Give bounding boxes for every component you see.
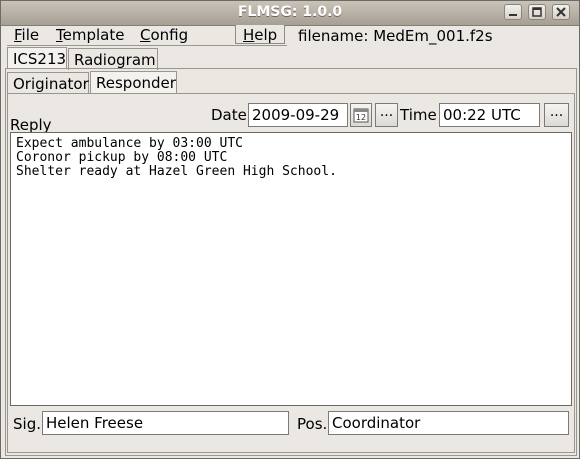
calendar-button[interactable]: 12 <box>350 103 372 127</box>
message-line: Coronor pickup by 08:00 UTC <box>16 150 228 165</box>
time-label: Time <box>400 106 437 124</box>
time-picker-button[interactable]: ... <box>544 103 569 127</box>
menu-config-label: onfig <box>150 26 189 44</box>
menu-help-accel: H <box>243 26 255 44</box>
filename-label: filename: MedEm_001.f2s <box>298 27 493 45</box>
date-picker-button[interactable]: ... <box>375 103 398 127</box>
menu-file-label: ile <box>21 26 40 44</box>
pos-input[interactable]: Coordinator <box>328 411 569 435</box>
minimize-button[interactable] <box>504 4 522 20</box>
reply-textarea[interactable]: Expect ambulance by 03:00 UTC Coronor pi… <box>10 132 572 406</box>
date-label: Date <box>211 106 247 124</box>
date-input[interactable]: 2009-09-29 <box>248 103 348 127</box>
maximize-icon <box>532 7 542 17</box>
sig-input[interactable]: Helen Freese <box>42 411 289 435</box>
message-line: Shelter ready at Hazel Green High School… <box>16 164 337 179</box>
message-line: Expect ambulance by 03:00 UTC <box>16 136 243 151</box>
time-input[interactable]: 00:22 UTC <box>439 103 540 127</box>
menu-template-accel: T <box>56 26 63 44</box>
close-button[interactable] <box>552 4 570 20</box>
menu-config[interactable]: Config <box>140 26 188 44</box>
sig-label: Sig. <box>13 415 41 433</box>
tab-originator[interactable]: Originator <box>7 72 89 94</box>
title-bar[interactable]: FLMSG: 1.0.0 <box>1 1 579 26</box>
calendar-icon-text: 12 <box>356 113 366 122</box>
menu-file-accel: F <box>14 26 22 44</box>
menu-template[interactable]: Template <box>56 26 124 44</box>
menu-file[interactable]: File <box>14 26 39 44</box>
app-window: FLMSG: 1.0.0 File Template Config Help f… <box>0 0 580 459</box>
menu-template-label: emplate <box>62 26 125 44</box>
pos-label: Pos. <box>297 415 328 433</box>
window-title: FLMSG: 1.0.0 <box>237 4 343 20</box>
calendar-icon: 12 <box>353 108 369 123</box>
menu-help[interactable]: Help <box>243 26 277 44</box>
tab-ics213[interactable]: ICS213 <box>7 47 67 69</box>
maximize-button[interactable] <box>528 4 546 20</box>
close-icon <box>556 7 566 17</box>
tab-responder[interactable]: Responder <box>90 71 177 93</box>
menu-config-accel: C <box>140 26 151 44</box>
tab-radiogram[interactable]: Radiogram <box>68 48 158 70</box>
minimize-icon <box>509 14 517 16</box>
menu-help-label: elp <box>254 26 278 44</box>
